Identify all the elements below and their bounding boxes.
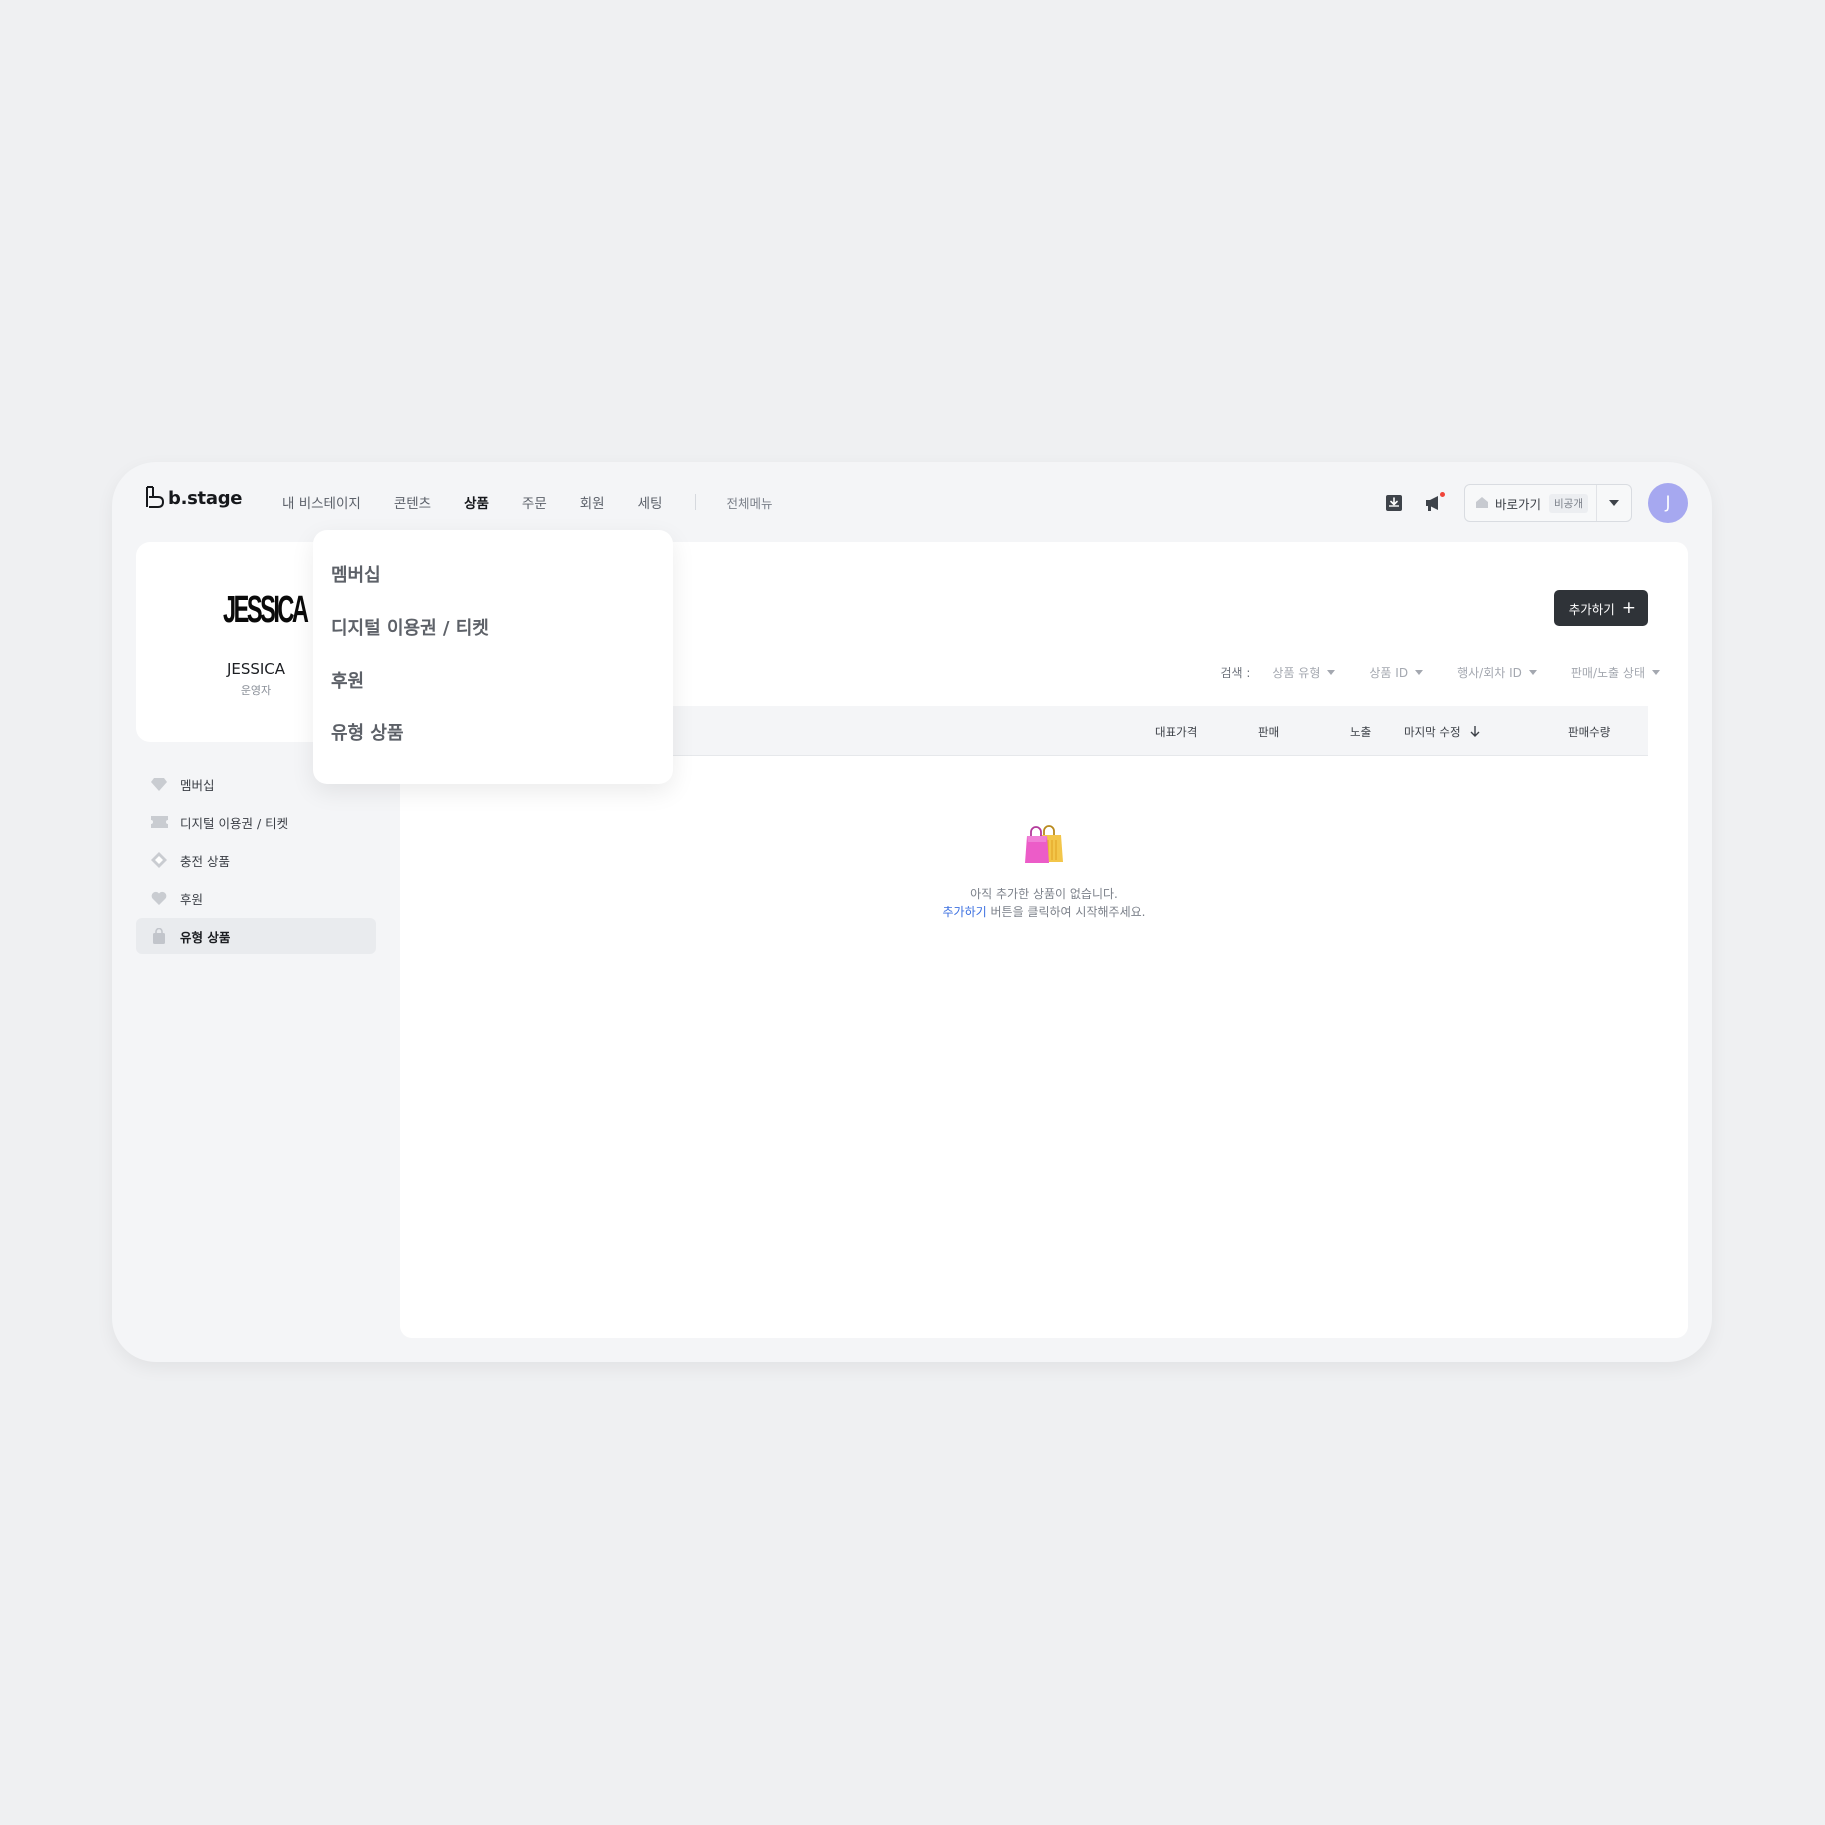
top-nav: 내 비스테이지 콘텐츠 상품 주문 회원 세팅 전체메뉴 <box>282 492 805 512</box>
nav-item-all-menu[interactable]: 전체메뉴 <box>726 493 772 512</box>
dropdown-item-support[interactable]: 후원 <box>331 667 364 693</box>
empty-state-line2: 추가하기 버튼을 클릭하여 시작해주세요. <box>400 903 1688 921</box>
filter-event-id[interactable]: 행사/회차 ID <box>1457 664 1537 681</box>
sidebar-item-label: 후원 <box>180 891 204 907</box>
shopping-bags-icon <box>1022 822 1066 870</box>
filter-label: 상품 유형 <box>1272 666 1321 680</box>
diamond-icon <box>150 775 168 793</box>
sidebar-item-charge-product[interactable]: 충전 상품 <box>136 842 376 878</box>
bag-icon <box>150 927 168 945</box>
megaphone-icon[interactable] <box>1422 491 1446 515</box>
filter-sales-status[interactable]: 판매/노출 상태 <box>1571 664 1660 681</box>
sidebar-item-label: 유형 상품 <box>180 929 231 945</box>
column-header-price[interactable]: 대표가격 <box>1155 724 1197 740</box>
caret-down-icon <box>1652 670 1660 675</box>
charge-icon <box>150 851 168 869</box>
filter-product-id[interactable]: 상품 ID <box>1369 664 1424 681</box>
sidebar: 멤버십 디지털 이용권 / 티켓 충전 상품 후원 유형 상품 <box>136 766 376 956</box>
nav-item-my-bstage[interactable]: 내 비스테이지 <box>282 492 361 512</box>
empty-state-line1: 아직 추가한 상품이 없습니다. <box>970 887 1118 901</box>
column-header-sales[interactable]: 판매 <box>1258 724 1279 740</box>
arrow-down-icon <box>1470 726 1480 737</box>
shortcut-control: 바로가기 비공개 <box>1464 484 1632 522</box>
filter-label: 판매/노출 상태 <box>1570 666 1645 680</box>
sidebar-item-label: 디지털 이용권 / 티켓 <box>180 815 289 831</box>
column-header-quantity[interactable]: 판매수량 <box>1568 724 1610 740</box>
nav-item-orders[interactable]: 주문 <box>522 492 547 512</box>
artist-logo: JESSICA <box>223 589 309 631</box>
column-header-last-modified[interactable]: 마지막 수정 <box>1404 724 1480 740</box>
add-product-button[interactable]: 추가하기 + <box>1553 590 1648 626</box>
caret-down-icon <box>1609 500 1619 506</box>
sidebar-item-support[interactable]: 후원 <box>136 880 376 916</box>
nav-divider <box>695 494 697 510</box>
brand-logo[interactable]: b.stage <box>144 485 242 511</box>
sidebar-item-label: 멤버십 <box>180 777 215 793</box>
filter-label: 상품 ID <box>1369 666 1409 680</box>
download-icon[interactable] <box>1382 491 1406 515</box>
dropdown-item-physical-product[interactable]: 유형 상품 <box>331 719 404 745</box>
filter-product-type[interactable]: 상품 유형 <box>1272 664 1336 681</box>
visibility-badge: 비공개 <box>1549 493 1588 513</box>
nav-item-contents[interactable]: 콘텐츠 <box>394 492 431 512</box>
avatar[interactable]: J <box>1648 483 1688 523</box>
brand-name: b.stage <box>168 487 243 509</box>
nav-item-settings[interactable]: 세팅 <box>638 492 663 512</box>
search-filters: 검색 : 상품 유형 상품 ID 행사/회차 ID 판매/노출 상태 <box>1220 664 1660 681</box>
empty-state-line2-text: 버튼을 클릭하여 시작해주세요. <box>986 905 1146 919</box>
shortcut-dropdown-toggle[interactable] <box>1597 485 1631 521</box>
nav-item-products[interactable]: 상품 <box>464 492 489 512</box>
shortcut-button[interactable]: 바로가기 비공개 <box>1465 485 1597 521</box>
dropdown-item-membership[interactable]: 멤버십 <box>331 561 381 587</box>
sidebar-item-physical-product[interactable]: 유형 상품 <box>136 918 376 954</box>
shortcut-label: 바로가기 <box>1495 496 1542 512</box>
caret-down-icon <box>1528 670 1537 675</box>
dropdown-item-digital-ticket[interactable]: 디지털 이용권 / 티켓 <box>331 614 489 640</box>
caret-down-icon <box>1327 670 1336 675</box>
column-header-label: 마지막 수정 <box>1404 725 1461 739</box>
sidebar-item-digital-ticket[interactable]: 디지털 이용권 / 티켓 <box>136 804 376 840</box>
notification-dot <box>1440 492 1445 497</box>
home-icon <box>1475 494 1489 513</box>
filter-label: 행사/회차 ID <box>1457 666 1522 680</box>
column-header-visibility[interactable]: 노출 <box>1350 724 1371 740</box>
app-window: b.stage 내 비스테이지 콘텐츠 상품 주문 회원 세팅 전체메뉴 바로가… <box>112 462 1712 1362</box>
empty-state-message: 아직 추가한 상품이 없습니다. 추가하기 버튼을 클릭하여 시작해주세요. <box>400 885 1688 921</box>
bstage-logo-icon <box>144 485 166 511</box>
nav-item-members[interactable]: 회원 <box>580 492 605 512</box>
search-label: 검색 : <box>1220 666 1251 680</box>
empty-state-add-link[interactable]: 추가하기 <box>943 905 987 919</box>
sidebar-item-label: 충전 상품 <box>180 853 230 869</box>
add-button-label: 추가하기 <box>1568 601 1615 617</box>
plus-icon: + <box>1621 597 1636 618</box>
caret-down-icon <box>1415 670 1424 675</box>
ticket-icon <box>150 813 168 831</box>
heart-icon <box>150 889 168 907</box>
header-tools: 바로가기 비공개 J <box>1382 483 1688 523</box>
products-dropdown-menu: 멤버십 디지털 이용권 / 티켓 후원 유형 상품 <box>313 530 673 784</box>
